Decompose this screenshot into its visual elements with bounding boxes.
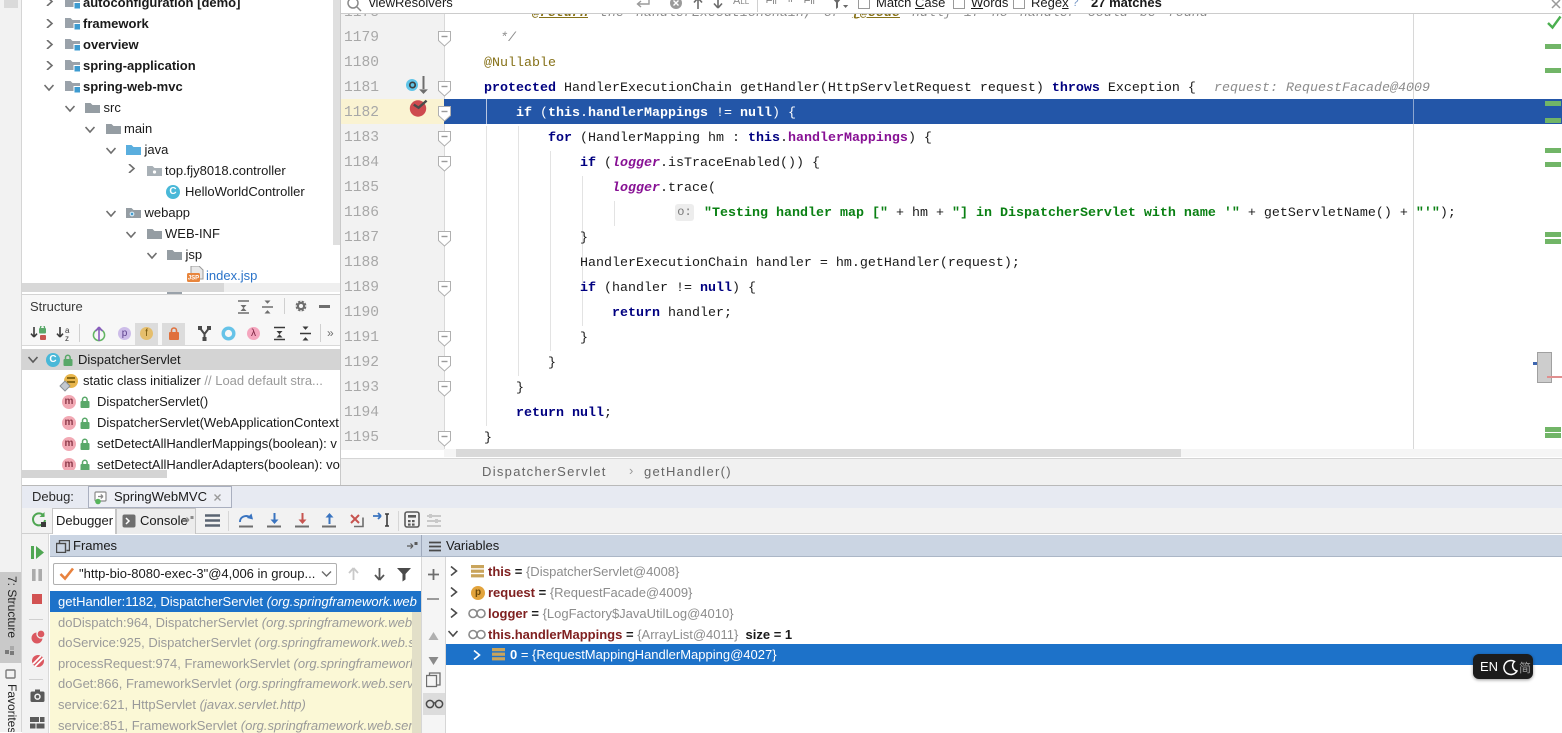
svg-text:JSP: JSP — [188, 276, 199, 282]
svg-text:z: z — [65, 334, 69, 341]
